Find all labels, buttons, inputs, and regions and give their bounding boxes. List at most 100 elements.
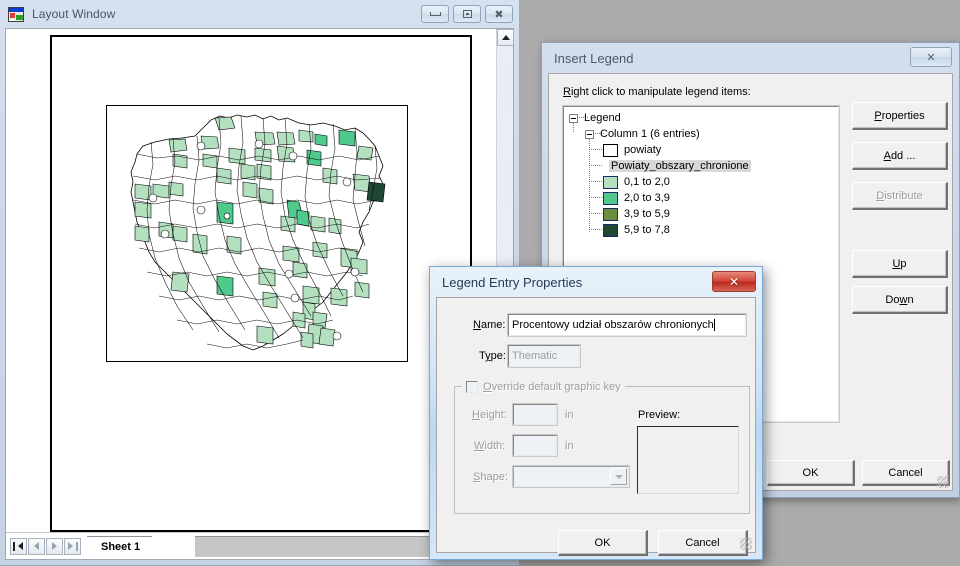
tree-node-powiaty[interactable]: powiaty <box>603 142 661 158</box>
name-input[interactable]: Procentowy udział obszarów chronionych <box>507 313 747 337</box>
up-button[interactable]: Up <box>852 250 948 278</box>
type-label: Type: <box>479 350 506 362</box>
height-unit: in <box>565 409 574 421</box>
properties-button[interactable]: Properties <box>852 102 948 130</box>
legend-swatch-icon <box>603 191 618 205</box>
chevron-down-icon <box>610 468 627 485</box>
close-icon: ✖ <box>494 7 504 21</box>
preview-box <box>637 426 739 494</box>
nav-first-button[interactable] <box>10 537 27 555</box>
legend-entry-properties-body: Name: Procentowy udział obszarów chronio… <box>436 297 756 556</box>
hint-accel: R <box>563 86 571 98</box>
restore-icon <box>462 10 472 18</box>
resize-grip[interactable] <box>937 476 949 488</box>
ok-button-label: OK <box>802 466 819 479</box>
nav-last-button[interactable] <box>64 537 81 555</box>
insert-legend-title: Insert Legend <box>554 50 634 66</box>
map-frame[interactable] <box>106 105 408 362</box>
layout-page-area[interactable] <box>6 29 496 532</box>
up-button-label: Up <box>892 257 907 270</box>
tree-node-class-3[interactable]: 3,9 to 5,9 <box>603 206 670 222</box>
distribute-button: Distribute <box>852 182 948 210</box>
tree-node-label: Powiaty_obszary_chronione <box>609 160 751 172</box>
override-default-graphic-key-row[interactable]: Override default graphic key <box>462 380 625 394</box>
name-label: Name: <box>473 319 506 331</box>
name-input-value: Procentowy udział obszarów chronionych <box>512 319 714 331</box>
layout-window-title: Layout Window <box>32 7 116 21</box>
first-record-icon <box>13 541 15 551</box>
tree-node-class-4[interactable]: 5,9 to 7,8 <box>603 222 670 238</box>
cancel-button-label: Cancel <box>888 466 923 479</box>
legend-swatch-icon <box>603 143 618 157</box>
legend-swatch-icon <box>603 207 618 221</box>
down-button[interactable]: Down <box>852 286 948 314</box>
ok-button-label: OK <box>594 536 611 549</box>
close-icon: ✕ <box>926 50 936 64</box>
minimize-button[interactable] <box>421 5 449 23</box>
tree-node-class-1[interactable]: 0,1 to 2,0 <box>603 174 670 190</box>
legend-entry-cancel-button[interactable]: Cancel <box>658 530 748 556</box>
sheet-tab-label: Sheet 1 <box>101 540 141 553</box>
resize-grip[interactable] <box>740 538 752 550</box>
nav-prev-button[interactable] <box>28 537 45 555</box>
collapse-icon[interactable] <box>585 129 594 139</box>
legend-swatch-icon <box>603 223 618 237</box>
scroll-up-icon <box>501 35 510 40</box>
width-unit: in <box>565 440 574 452</box>
width-label: Width: <box>474 440 506 452</box>
last-record-icon <box>76 541 78 551</box>
distribute-button-label: Distribute <box>876 189 923 202</box>
override-label: Override default graphic key <box>483 381 621 393</box>
layout-window-controls: ✖ <box>421 5 513 23</box>
type-value: Thematic <box>512 350 558 362</box>
tree-node-label: Legend <box>584 112 621 124</box>
height-input <box>512 403 558 426</box>
minimize-icon <box>429 12 441 16</box>
layout-page-sheet[interactable] <box>50 35 472 532</box>
properties-button-label: Properties <box>874 109 925 122</box>
legend-entry-properties-close-button[interactable]: ✕ <box>712 271 756 292</box>
insert-legend-ok-button[interactable]: OK <box>767 460 855 486</box>
shape-combobox <box>512 465 630 488</box>
legend-entry-properties-titlebar: Legend Entry Properties ✕ <box>430 267 762 297</box>
close-button[interactable]: ✖ <box>485 5 513 23</box>
legend-swatch-icon <box>603 175 618 189</box>
screen: Layout Window ✖ Sheet 1 Insert Legend ✕ … <box>0 0 960 566</box>
tree-node-label: powiaty <box>624 144 662 156</box>
legend-entry-properties-dialog: Legend Entry Properties ✕ Name: Procento… <box>429 266 763 560</box>
shape-label: Shape: <box>473 471 508 483</box>
legend-entry-properties-title: Legend Entry Properties <box>442 274 583 290</box>
add-button[interactable]: Add ... <box>852 142 948 170</box>
sheet-tab-sheet-1[interactable]: Sheet 1 <box>87 535 153 557</box>
preview-label: Preview: <box>638 409 681 421</box>
legend-entry-ok-button[interactable]: OK <box>558 530 648 556</box>
override-checkbox[interactable] <box>466 381 478 393</box>
scroll-up-button[interactable] <box>497 29 514 46</box>
collapse-icon[interactable] <box>569 113 578 123</box>
text-caret <box>713 319 715 331</box>
previous-record-icon <box>34 542 39 550</box>
layout-window-titlebar: Layout Window ✖ <box>0 0 519 28</box>
tree-node-legend[interactable]: Legend <box>569 110 621 126</box>
tree-node-label: 5,9 to 7,8 <box>624 224 670 236</box>
name-label-rest: ame: <box>480 319 506 331</box>
add-button-label: Add ... <box>883 149 916 162</box>
tree-node-label: Column 1 (6 entries) <box>600 128 700 140</box>
nav-next-button[interactable] <box>46 537 63 555</box>
close-icon: ✕ <box>728 274 740 289</box>
insert-legend-hint: Right click to manipulate legend items: <box>563 86 751 98</box>
insert-legend-titlebar: Insert Legend ✕ <box>542 43 959 73</box>
tree-node-thematic-title[interactable]: Powiaty_obszary_chronione <box>603 158 751 174</box>
cancel-button-label: Cancel <box>685 536 720 549</box>
type-field: Thematic <box>507 344 581 368</box>
next-record-icon <box>52 542 57 550</box>
width-input <box>512 434 558 457</box>
poland-powiaty-map <box>130 114 386 351</box>
down-button-label: Down <box>885 293 914 306</box>
sheet-nav-buttons <box>10 537 81 555</box>
tree-node-column-1[interactable]: Column 1 (6 entries) <box>585 126 700 142</box>
tree-node-label: 0,1 to 2,0 <box>624 176 670 188</box>
restore-button[interactable] <box>453 5 481 23</box>
tree-node-class-2[interactable]: 2,0 to 3,9 <box>603 190 670 206</box>
insert-legend-close-button[interactable]: ✕ <box>910 47 952 67</box>
